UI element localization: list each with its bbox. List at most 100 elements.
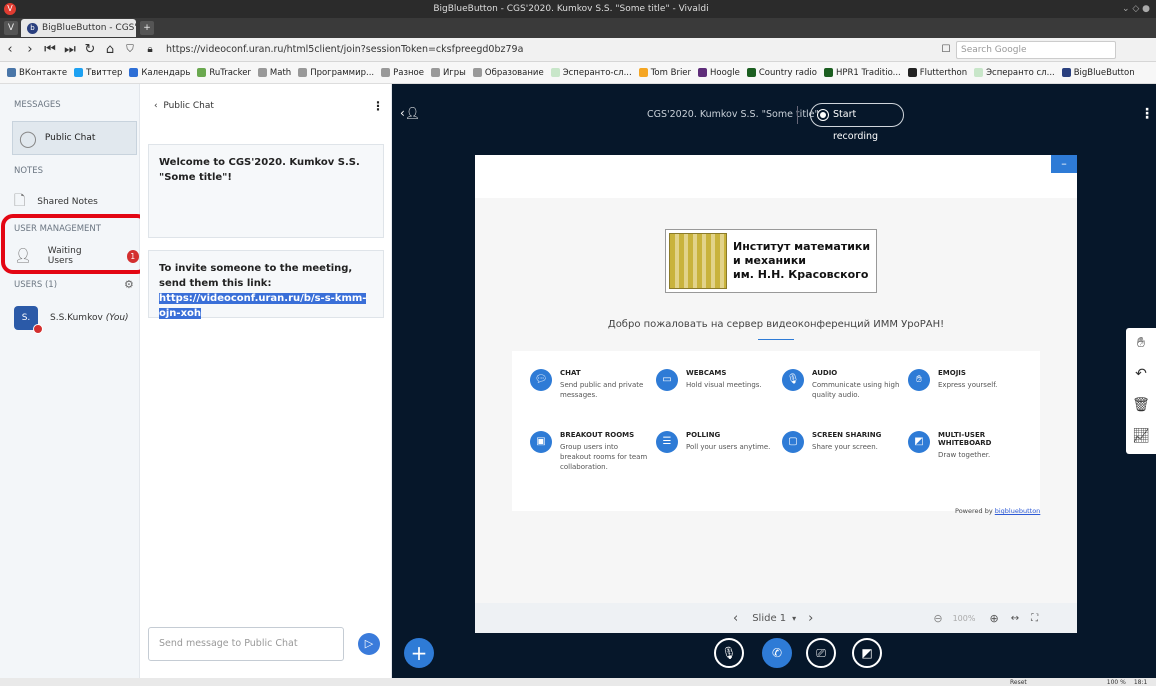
reset-label[interactable]: Reset — [1010, 679, 1027, 686]
window-controls[interactable]: ⌄ ◇ ● — [1122, 4, 1150, 14]
feature-title: SCREEN SHARING — [812, 431, 882, 439]
bookmark-item[interactable]: Hoogle — [698, 68, 740, 78]
zoom-status: 100 % — [1106, 678, 1126, 686]
user-list-item[interactable]: S. S.S.Kumkov (You) — [14, 306, 129, 334]
chat-input[interactable]: Send message to Public Chat — [148, 627, 344, 661]
feature-icon: ✋︎ — [908, 369, 930, 391]
bookmark-item[interactable]: Программир... — [298, 68, 374, 78]
chevron-down-icon: ▾ — [792, 613, 797, 623]
feature-emojis: ✋︎ EMOJIS Express yourself. — [908, 369, 1028, 391]
tab-bar: V b BigBlueButton - CGS'2020. + — [0, 18, 1156, 38]
user-list-toggle-icon[interactable]: ‹👤︎ — [400, 106, 420, 120]
notes-icon: 🗋 — [14, 193, 26, 209]
prev-slide-icon[interactable]: ‹ — [733, 611, 738, 626]
bookmark-icon[interactable]: ☐ — [936, 44, 956, 55]
zoom-in-icon[interactable]: ⊕ — [989, 612, 998, 625]
slide-selector[interactable]: Slide 1 — [752, 613, 786, 624]
start-recording-button[interactable]: Start recording — [810, 103, 904, 142]
feature-desc: Express yourself. — [938, 381, 998, 389]
feature-title: BREAKOUT ROOMS — [560, 431, 635, 439]
feature-desc: Send public and private messages. — [560, 381, 644, 399]
bookmark-item[interactable]: Эсперанто сл... — [974, 68, 1055, 78]
next-slide-icon[interactable]: › — [808, 611, 813, 626]
forward-icon[interactable]: › — [20, 42, 40, 57]
mute-microphone-button[interactable]: 🎙︎ — [714, 638, 744, 668]
bookmark-item[interactable]: Игры — [430, 68, 466, 78]
reload-icon[interactable]: ↻ — [80, 42, 100, 57]
bookmark-item[interactable]: Flutterthon — [907, 68, 967, 78]
presentation-area: ‹👤︎ CGS'2020. Kumkov S.S. "Some title" S… — [392, 84, 1156, 678]
bookmark-item[interactable]: Tom Brier — [638, 68, 691, 78]
fast-forward-icon[interactable]: ⏭ — [60, 42, 80, 57]
bookmark-item[interactable]: HPR1 Traditio... — [823, 68, 901, 78]
fullscreen-icon[interactable]: ⛶ — [1031, 613, 1038, 624]
bookmark-item[interactable]: Эсперанто-сл... — [550, 67, 632, 78]
bigbluebutton-link[interactable]: bigbluebutton — [995, 507, 1041, 515]
bookmark-label: ВКонтакте — [19, 67, 68, 78]
bookmark-item[interactable]: BigBlueButton — [1061, 68, 1135, 78]
minimize-presentation-button[interactable]: – — [1051, 155, 1077, 173]
feature-title: AUDIO — [812, 369, 838, 377]
bookmark-icon — [550, 68, 560, 77]
sidebar-item-public-chat[interactable]: ◯ Public Chat — [12, 121, 137, 155]
bookmark-item[interactable]: Разное — [381, 68, 424, 78]
home-icon[interactable]: ⌂ — [100, 42, 120, 57]
chat-header[interactable]: ‹ Public Chat — [154, 101, 214, 111]
feature-webcams: ▭ WEBCAMS Hold visual meetings. — [656, 369, 776, 391]
back-icon[interactable]: ‹ — [0, 42, 20, 57]
slide: – Институт математики и механики им. Н.Н… — [475, 155, 1077, 603]
feature-icon: ☰ — [656, 431, 678, 453]
zoom-out-icon[interactable]: ⊖ — [933, 612, 942, 625]
bookmark-label: Эсперанто-сл... — [562, 67, 632, 78]
bookmark-item[interactable]: RuTracker — [197, 68, 251, 78]
bookmark-item[interactable]: Образование — [472, 68, 544, 78]
undo-icon[interactable]: ↶ — [1126, 359, 1156, 390]
bookmark-item[interactable]: Country radio — [746, 68, 817, 78]
share-webcam-button[interactable]: ⎚ — [806, 638, 836, 668]
invite-link[interactable]: https://videoconf.uran.ru/b/s-s-kmm-ojn-… — [159, 293, 367, 319]
feature-desc: Share your screen. — [812, 443, 878, 451]
sidebar-item-shared-notes[interactable]: 🗋 Shared Notes — [14, 190, 98, 214]
logo-line-1: Институт математики — [733, 240, 871, 253]
slide-welcome-text: Добро пожаловать на сервер видеоконферен… — [607, 319, 945, 330]
options-menu-icon[interactable]: ⋮ — [1140, 106, 1154, 122]
rewind-icon[interactable]: ⏮ — [40, 42, 60, 57]
url-field[interactable]: https://videoconf.uran.ru/html5client/jo… — [166, 41, 930, 59]
chat-options-icon[interactable]: ⋮ — [372, 99, 384, 113]
feature-icon: ▢ — [782, 431, 804, 453]
vivaldi-logo-icon[interactable]: V — [4, 3, 16, 15]
feature-polling: ☰ POLLING Poll your users anytime. — [656, 431, 776, 453]
feature-desc: Poll your users anytime. — [686, 443, 771, 451]
feature-desc: Communicate using high quality audio. — [812, 381, 900, 399]
share-screen-button[interactable]: ◩ — [852, 638, 882, 668]
actions-button[interactable]: + — [404, 638, 434, 668]
search-input[interactable]: Search Google — [956, 40, 1116, 59]
feature-desc: Draw together. — [938, 451, 991, 459]
bookmark-icon — [823, 68, 833, 77]
shield-icon[interactable]: ⛉ — [120, 44, 140, 55]
tab-bigbluebutton[interactable]: b BigBlueButton - CGS'2020. — [21, 19, 136, 37]
features-grid: 💬︎ CHAT Send public and private messages. ▭… — [512, 351, 1040, 511]
feature-icon: 🎙︎ — [782, 369, 804, 391]
hand-tool-icon[interactable]: ✋︎ — [1126, 328, 1156, 359]
bookmark-item[interactable]: Math — [257, 68, 291, 78]
feature-screen-sharing: ▢ SCREEN SHARING Share your screen. — [782, 431, 902, 453]
bookmark-label: Твиттер — [86, 67, 123, 78]
lock-icon: 🔒︎ — [147, 44, 153, 55]
chart-icon[interactable]: 📈︎ — [1126, 421, 1156, 452]
feature-desc: Group users into breakout rooms for team… — [560, 443, 648, 471]
panel-toggle-icon[interactable]: V — [4, 21, 18, 35]
bookmark-item[interactable]: ВКонтакте — [7, 68, 67, 78]
send-button[interactable]: ▷ — [358, 633, 380, 655]
bookmarks-bar: ВКонтакте Твиттер Календарь RuTracker Math Пр… — [0, 62, 1156, 84]
fit-width-icon[interactable]: ↔ — [1011, 613, 1019, 624]
leave-audio-button[interactable]: ✆ — [762, 638, 792, 668]
trash-icon[interactable]: 🗑︎ — [1126, 390, 1156, 421]
bookmark-item[interactable]: Твиттер — [74, 68, 122, 78]
new-tab-button[interactable]: + — [140, 21, 154, 35]
feature-icon: ▭ — [656, 369, 678, 391]
meeting-title: CGS'2020. Kumkov S.S. "Some title" — [647, 109, 819, 120]
gear-icon[interactable]: ⚙ — [124, 278, 134, 291]
feature-title: CHAT — [560, 369, 581, 377]
bookmark-item[interactable]: Календарь — [129, 68, 190, 78]
